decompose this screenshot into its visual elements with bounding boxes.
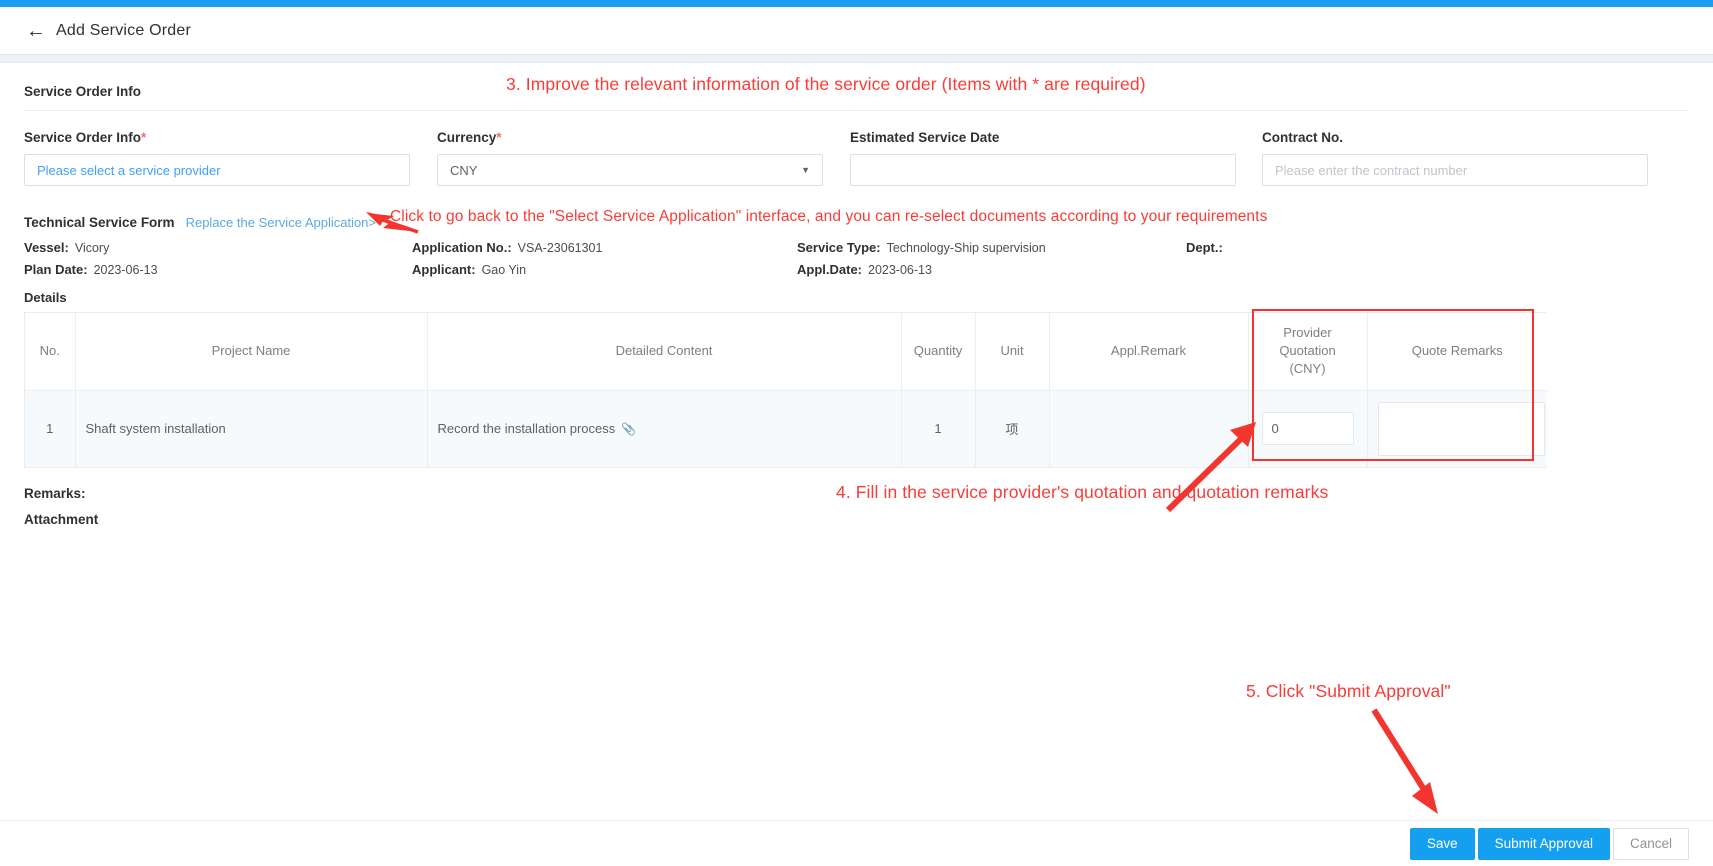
service-provider-select[interactable]: Please select a service provider (24, 154, 410, 186)
cell-quantity: 1 (901, 390, 976, 468)
submit-approval-button[interactable]: Submit Approval (1477, 827, 1610, 860)
meta-applicant-label: Applicant: (412, 262, 476, 277)
meta-row-2: Plan Date: 2023-06-13 Applicant: Gao Yin A… (24, 259, 1689, 281)
technical-service-form-title: Technical Service Form (24, 215, 175, 230)
footer-actions: Save Submit Approval Cancel (0, 820, 1713, 866)
field-currency: Currency* CNY ▼ (437, 130, 823, 186)
quote-header-line-3: (CNY) (1289, 361, 1326, 377)
details-table-head: No. Project Name Detailed Content Quanti… (25, 313, 1547, 391)
table-row: 1 Shaft system installation Record the i… (25, 390, 1547, 468)
required-asterisk: * (496, 130, 502, 145)
meta-plan-date-label: Plan Date: (24, 262, 88, 277)
cell-quote-remarks (1367, 390, 1547, 468)
cell-unit: 项 (975, 390, 1050, 468)
currency-value: CNY (450, 162, 478, 178)
meta-dept-label: Dept.: (1186, 240, 1223, 255)
replace-service-application-link[interactable]: Replace the Service Application> (186, 215, 376, 230)
field-estimated-service-date: Estimated Service Date (850, 130, 1236, 186)
cell-project-name: Shaft system installation (75, 390, 428, 468)
field-label-contract-no: Contract No. (1262, 130, 1343, 145)
meta-service-type-label: Service Type: (797, 240, 881, 255)
meta-applicant-value: Gao Yin (481, 263, 527, 277)
currency-select[interactable]: CNY ▼ (437, 154, 823, 186)
contract-no-placeholder: Please enter the contract number (1275, 162, 1468, 178)
meta-row-1: Vessel: Vicory Application No.: VSA-230613… (24, 237, 1689, 259)
annotation-replace-link: Click to go back to the "Select Service … (390, 208, 1268, 225)
detailed-content-text: Record the installation process (437, 421, 616, 436)
field-label-currency: Currency* (437, 130, 823, 145)
details-table-body: 1 Shaft system installation Record the i… (25, 390, 1547, 468)
meta-vessel-value: Vicory (74, 241, 110, 255)
annotation-step-4: 4. Fill in the service provider's quotat… (836, 482, 1329, 502)
cancel-button[interactable]: Cancel (1612, 827, 1689, 860)
chevron-down-icon[interactable]: ▼ (801, 165, 810, 175)
meta-plan-date-value: 2023-06-13 (93, 263, 158, 277)
page-title: Add Service Order (56, 21, 192, 39)
save-button[interactable]: Save (1409, 827, 1475, 860)
service-order-form-row: Service Order Info* Please select a serv… (24, 130, 1689, 186)
top-accent-bar (0, 0, 1713, 7)
meta-blank (1186, 259, 1486, 281)
meta-vessel: Vessel: Vicory (24, 237, 412, 259)
meta-appl-date-label: Appl.Date: (797, 262, 862, 277)
quote-remarks-textarea[interactable] (1377, 401, 1545, 456)
col-header-unit: Unit (975, 313, 1050, 391)
meta-dept: Dept.: (1186, 237, 1486, 259)
cell-appl-remark (1049, 390, 1249, 468)
label-text: Service Order Info (24, 130, 142, 145)
contract-no-input[interactable]: Please enter the contract number (1262, 154, 1648, 186)
header-divider-strip (0, 54, 1713, 63)
col-header-detailed-content: Detailed Content (427, 313, 902, 391)
cell-detailed-content: Record the installation process 📎 (427, 390, 902, 468)
page-content: Service Order Info Service Order Info* P… (0, 64, 1713, 820)
section-divider (24, 110, 1689, 111)
field-service-order-info: Service Order Info* Please select a serv… (24, 130, 410, 186)
technical-service-form-meta: Vessel: Vicory Application No.: VSA-230613… (24, 237, 1689, 281)
label-text: Currency (437, 130, 497, 145)
annotation-step-5: 5. Click "Submit Approval" (1246, 681, 1451, 701)
col-header-no: No. (25, 313, 76, 391)
meta-application-no-label: Application No.: (412, 240, 512, 255)
col-header-provider-quotation: Provider Quotation (CNY) (1248, 313, 1368, 391)
meta-plan-date: Plan Date: 2023-06-13 (24, 259, 412, 281)
field-label-service-order-info: Service Order Info* (24, 130, 410, 145)
meta-service-type-value: Technology-Ship supervision (886, 241, 1046, 255)
meta-appl-date: Appl.Date: 2023-06-13 (797, 259, 1186, 281)
details-table: No. Project Name Detailed Content Quanti… (25, 313, 1547, 468)
col-header-appl-remark: Appl.Remark (1049, 313, 1249, 391)
col-header-quote-remarks: Quote Remarks (1367, 313, 1547, 391)
meta-applicant: Applicant: Gao Yin (412, 259, 797, 281)
estimated-service-date-input[interactable] (850, 154, 1236, 186)
meta-application-no: Application No.: VSA-23061301 (412, 237, 797, 259)
required-asterisk: * (141, 130, 147, 145)
cell-no: 1 (25, 390, 76, 468)
meta-application-no-value: VSA-23061301 (517, 241, 603, 255)
quote-header-line-1: Provider (1283, 325, 1332, 341)
details-label: Details (24, 290, 67, 305)
table-header-row: No. Project Name Detailed Content Quanti… (25, 313, 1547, 391)
page-header: ← Add Service Order (0, 7, 1713, 54)
meta-service-type: Service Type: Technology-Ship supervision (797, 237, 1186, 259)
arrow-left-icon[interactable]: ← (26, 21, 46, 41)
field-label-estimated-service-date: Estimated Service Date (850, 130, 1000, 145)
col-header-quantity: Quantity (901, 313, 976, 391)
field-contract-no: Contract No. Please enter the contract n… (1262, 130, 1648, 186)
service-provider-placeholder: Please select a service provider (37, 162, 221, 178)
add-service-order-page: ← Add Service Order Service Order Info S… (0, 0, 1713, 866)
col-header-project-name: Project Name (75, 313, 428, 391)
paperclip-icon[interactable]: 📎 (621, 422, 636, 436)
meta-appl-date-value: 2023-06-13 (868, 263, 932, 277)
cell-provider-quotation: 0 (1248, 390, 1368, 468)
attachment-label: Attachment (24, 511, 99, 527)
quote-header-line-2: Quotation (1279, 343, 1336, 359)
annotation-step-3: 3. Improve the relevant information of t… (506, 74, 1146, 94)
provider-quotation-input[interactable]: 0 (1261, 412, 1354, 445)
meta-vessel-label: Vessel: (24, 240, 69, 255)
details-table-wrapper: No. Project Name Detailed Content Quanti… (24, 312, 1547, 468)
